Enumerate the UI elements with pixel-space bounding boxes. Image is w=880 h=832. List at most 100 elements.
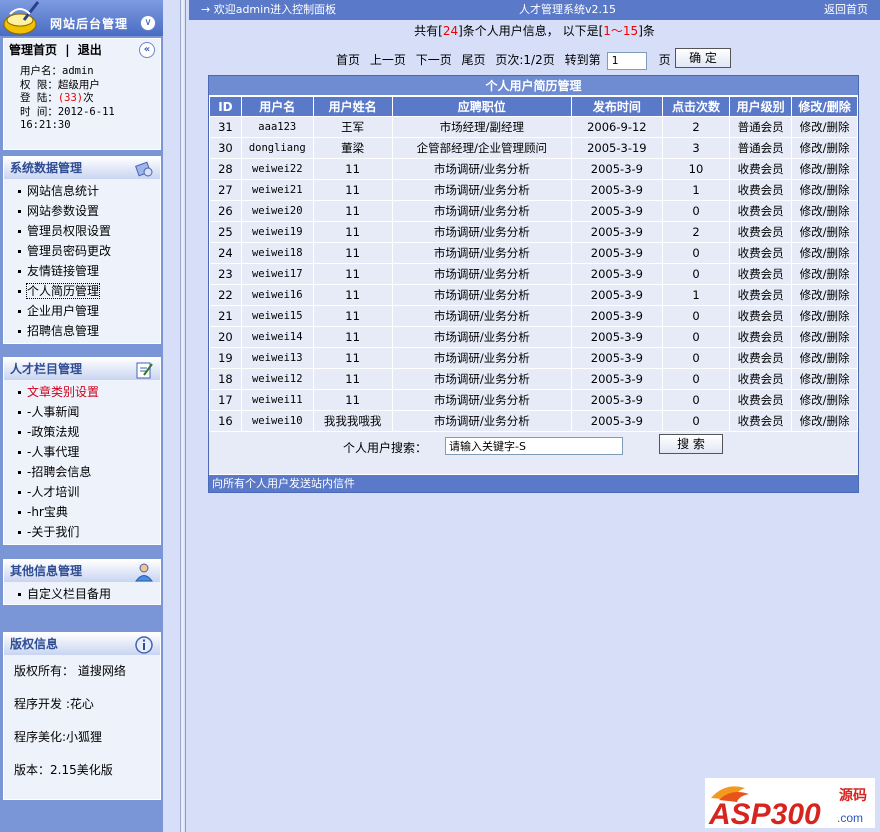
menu-item-admin-permissions[interactable]: 管理员权限设置 bbox=[4, 221, 160, 241]
cell-edit-delete[interactable]: 修改/删除 bbox=[791, 158, 858, 180]
cell-edit-delete[interactable]: 修改/删除 bbox=[791, 347, 858, 369]
cell-date: 2005-3-9 bbox=[571, 347, 663, 369]
cell-level: 收费会员 bbox=[729, 368, 793, 390]
cell-edit-delete[interactable]: 修改/删除 bbox=[791, 179, 858, 201]
table-row: 18 weiwei12 11 市场调研/业务分析 2005-3-9 0 收费会员 修改/删除 bbox=[209, 368, 858, 390]
menu-item-job-fair[interactable]: -招聘会信息 bbox=[4, 462, 160, 482]
cell-level: 收费会员 bbox=[729, 179, 793, 201]
menu-item-hr-agency[interactable]: -人事代理 bbox=[4, 442, 160, 462]
pager-next-link[interactable]: 下一页 bbox=[416, 53, 452, 67]
cell-clicks: 2 bbox=[661, 221, 731, 243]
cell-edit-delete[interactable]: 修改/删除 bbox=[791, 326, 858, 348]
nav-logout-link[interactable]: 退出 bbox=[78, 43, 102, 57]
cell-id: 23 bbox=[209, 263, 242, 285]
menu-item-site-stats[interactable]: 网站信息统计 bbox=[4, 181, 160, 201]
cell-edit-delete[interactable]: 修改/删除 bbox=[791, 137, 858, 159]
menu-item-training[interactable]: -人才培训 bbox=[4, 482, 160, 502]
cell-position: 市场调研/业务分析 bbox=[391, 179, 573, 201]
table-row: 31 aaa123 王军 市场经理/副经理 2006-9-12 2 普通会员 修改/删除 bbox=[209, 116, 858, 138]
cell-position: 市场调研/业务分析 bbox=[391, 200, 573, 222]
cell-username: weiwei16 bbox=[240, 284, 314, 306]
cell-date: 2005-3-9 bbox=[571, 389, 663, 411]
menu-item-company-users[interactable]: 企业用户管理 bbox=[4, 301, 160, 321]
pager-first-link[interactable]: 首页 bbox=[336, 53, 360, 67]
cell-date: 2005-3-19 bbox=[571, 137, 663, 159]
resume-table: ID 用户名 用户姓名 应聘职位 发布时间 点击次数 用户级别 修改/删除 31… bbox=[209, 96, 858, 432]
pager-goto-input[interactable] bbox=[606, 51, 647, 70]
menu-item-hr-handbook[interactable]: -hr宝典 bbox=[4, 502, 160, 522]
system-name: 人才管理系统v2.15 bbox=[519, 3, 617, 16]
search-button[interactable]: 搜 索 bbox=[659, 434, 723, 454]
search-input[interactable] bbox=[445, 437, 623, 455]
cell-clicks: 2 bbox=[661, 116, 731, 138]
cell-level: 收费会员 bbox=[729, 158, 793, 180]
table-body: 31 aaa123 王军 市场经理/副经理 2006-9-12 2 普通会员 修改/删除 30 d… bbox=[209, 116, 858, 432]
cell-id: 30 bbox=[209, 137, 242, 159]
menu-item-site-params[interactable]: 网站参数设置 bbox=[4, 201, 160, 221]
menu-item-job-posts[interactable]: 招聘信息管理 bbox=[4, 321, 160, 341]
col-header-realname: 用户姓名 bbox=[312, 96, 393, 117]
grid-title: 个人用户简历管理 bbox=[209, 76, 858, 96]
cell-date: 2005-3-9 bbox=[571, 410, 663, 432]
pager-confirm-button[interactable]: 确 定 bbox=[675, 48, 731, 68]
menu-item-hr-news[interactable]: -人事新闻 bbox=[4, 402, 160, 422]
login-count: (33) bbox=[57, 92, 84, 104]
role-label: 权 限： bbox=[20, 78, 58, 91]
notepad-pencil-icon bbox=[136, 362, 153, 379]
cell-id: 28 bbox=[209, 158, 242, 180]
frame-splitter[interactable] bbox=[163, 0, 350, 832]
cell-level: 收费会员 bbox=[729, 305, 793, 327]
cell-edit-delete[interactable]: 修改/删除 bbox=[791, 242, 858, 264]
cell-date: 2005-3-9 bbox=[571, 305, 663, 327]
table-row: 26 weiwei20 11 市场调研/业务分析 2005-3-9 0 收费会员 修改/删除 bbox=[209, 200, 858, 222]
summary-prefix: 共有[ bbox=[414, 24, 443, 38]
cell-position: 市场调研/业务分析 bbox=[391, 263, 573, 285]
cell-position: 市场调研/业务分析 bbox=[391, 347, 573, 369]
cell-position: 市场调研/业务分析 bbox=[391, 368, 573, 390]
talent-panel: 人才栏目管理 文章类别设置 -人事新闻 -政策法规 -人事代理 -招聘会信息 -… bbox=[3, 357, 161, 545]
pager-prev-link[interactable]: 上一页 bbox=[370, 53, 406, 67]
cell-clicks: 0 bbox=[661, 242, 731, 264]
send-message-link[interactable]: 向所有个人用户发送站内信件 bbox=[209, 474, 858, 492]
menu-item-article-categories[interactable]: 文章类别设置 bbox=[4, 382, 160, 402]
brand-logo: ASP300 源码 .com bbox=[705, 778, 875, 831]
cell-edit-delete[interactable]: 修改/删除 bbox=[791, 368, 858, 390]
cell-realname: 11 bbox=[312, 221, 393, 243]
menu-item-friend-links[interactable]: 友情链接管理 bbox=[4, 261, 160, 281]
splitter-edge bbox=[180, 0, 181, 832]
nav-home-link[interactable]: 管理首页 bbox=[9, 43, 57, 57]
back-home-link[interactable]: 返回首页 bbox=[824, 0, 868, 20]
cell-edit-delete[interactable]: 修改/删除 bbox=[791, 116, 858, 138]
other-menu: 自定义栏目备用 bbox=[4, 582, 160, 608]
cell-edit-delete[interactable]: 修改/删除 bbox=[791, 305, 858, 327]
menu-item-admin-password[interactable]: 管理员密码更改 bbox=[4, 241, 160, 261]
menu-item-resume-manage[interactable]: 个人简历管理 bbox=[4, 281, 160, 301]
double-chevron-left-icon[interactable]: « bbox=[139, 42, 155, 58]
cell-level: 普通会员 bbox=[729, 137, 793, 159]
table-row: 16 weiwei10 我我我哦我 市场调研/业务分析 2005-3-9 0 收费会员 修改/… bbox=[209, 410, 858, 432]
cell-edit-delete[interactable]: 修改/删除 bbox=[791, 410, 858, 432]
copyright-designer: 程序美化:小狐狸 bbox=[14, 730, 103, 744]
cell-realname: 11 bbox=[312, 263, 393, 285]
logo-title: 网站后台管理 bbox=[50, 17, 129, 31]
cell-edit-delete[interactable]: 修改/删除 bbox=[791, 284, 858, 306]
double-chevron-down-icon[interactable]: ∨ bbox=[140, 15, 156, 31]
cell-edit-delete[interactable]: 修改/删除 bbox=[791, 389, 858, 411]
cell-edit-delete[interactable]: 修改/删除 bbox=[791, 221, 858, 243]
cell-realname: 11 bbox=[312, 158, 393, 180]
cell-id: 21 bbox=[209, 305, 242, 327]
menu-item-custom-column[interactable]: 自定义栏目备用 bbox=[4, 584, 160, 604]
talent-panel-title: 人才栏目管理 bbox=[10, 362, 83, 376]
table-row: 20 weiwei14 11 市场调研/业务分析 2005-3-9 0 收费会员 修改/删除 bbox=[209, 326, 858, 348]
cell-clicks: 0 bbox=[661, 368, 731, 390]
search-row: 个人用户搜索： 搜 索 bbox=[209, 432, 858, 460]
cell-edit-delete[interactable]: 修改/删除 bbox=[791, 200, 858, 222]
pager-last-link[interactable]: 尾页 bbox=[462, 53, 486, 67]
cell-realname: 11 bbox=[312, 326, 393, 348]
cell-level: 收费会员 bbox=[729, 200, 793, 222]
pager-goto-label: 转到第 bbox=[564, 53, 601, 67]
cell-edit-delete[interactable]: 修改/删除 bbox=[791, 263, 858, 285]
menu-item-about-us[interactable]: -关于我们 bbox=[4, 522, 160, 542]
cell-date: 2005-3-9 bbox=[571, 179, 663, 201]
menu-item-policy[interactable]: -政策法规 bbox=[4, 422, 160, 442]
